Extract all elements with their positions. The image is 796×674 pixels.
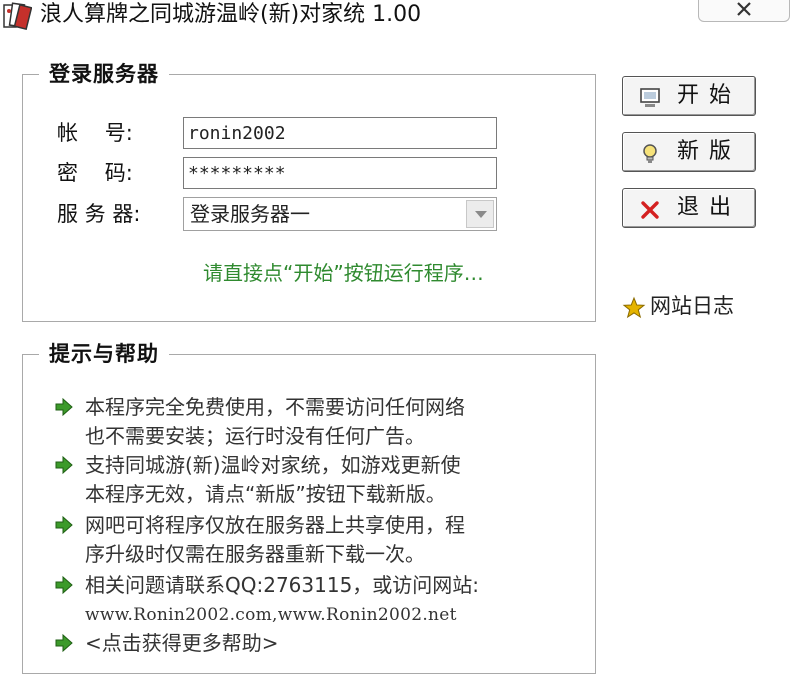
website-urls: www.Ronin2002.com,www.Ronin2002.net — [85, 605, 457, 625]
x-icon — [641, 201, 659, 219]
help-group: 提示与帮助 本程序完全免费使用，不需要访问任何网络 也不需要安装；运行时没有任何… — [22, 341, 596, 674]
monitor-icon — [640, 88, 660, 107]
exit-button-label: 退出 — [677, 195, 742, 220]
help-text-line: 也不需要安装；运行时没有任何广告。 — [85, 424, 425, 448]
update-button-label: 新版 — [677, 139, 742, 164]
arrow-right-icon — [55, 633, 73, 653]
window-title: 浪人算牌之同城游温岭(新)对家统 1.00 — [40, 2, 422, 27]
server-select-value: 登录服务器一 — [190, 202, 310, 226]
account-label: 帐 号: — [57, 121, 133, 145]
arrow-right-icon — [55, 515, 73, 535]
help-text-line: 网吧可将程序仅放在服务器上共享使用，程 — [85, 513, 465, 537]
login-server-group: 登录服务器 帐 号: 密 码: 服 务 器: 登录服务器一 请直接点“开始”按钮… — [22, 61, 596, 322]
help-text-line: 相关问题请联系QQ:2763115，或访问网站: — [85, 573, 480, 597]
star-icon — [622, 296, 646, 319]
help-text-line: 支持同城游(新)温岭对家统，如游戏更新使 — [85, 453, 461, 477]
start-button[interactable]: 开始 — [622, 76, 756, 116]
chevron-down-icon[interactable] — [466, 200, 494, 228]
site-log-label: 网站日志 — [650, 294, 734, 318]
help-text-line: 序升级时仅需在服务器重新下载一次。 — [85, 542, 425, 566]
playing-cards-icon — [3, 2, 32, 30]
title-bar: 浪人算牌之同城游温岭(新)对家统 1.00 — [0, 0, 796, 32]
help-text-line: 本程序完全免费使用，不需要访问任何网络 — [85, 395, 465, 419]
account-input[interactable] — [183, 117, 497, 149]
exit-button[interactable]: 退出 — [622, 188, 756, 228]
arrow-right-icon — [55, 575, 73, 595]
arrow-right-icon — [55, 455, 73, 475]
more-help-label: <点击获得更多帮助> — [85, 631, 279, 655]
start-button-label: 开始 — [677, 83, 742, 108]
close-button[interactable] — [698, 0, 790, 22]
password-input[interactable] — [183, 157, 497, 189]
server-select[interactable]: 登录服务器一 — [183, 197, 497, 231]
password-label: 密 码: — [57, 161, 133, 185]
help-text-line: 本程序无效，请点“新版”按钮下载新版。 — [85, 482, 446, 506]
update-button[interactable]: 新版 — [622, 132, 756, 172]
close-icon — [737, 2, 751, 16]
login-group-title: 登录服务器 — [39, 61, 169, 87]
lightbulb-icon — [643, 144, 657, 163]
server-label: 服 务 器: — [57, 202, 141, 226]
help-group-title: 提示与帮助 — [39, 341, 169, 367]
arrow-right-icon — [55, 397, 73, 417]
start-hint-text: 请直接点“开始”按钮运行程序… — [203, 261, 484, 285]
